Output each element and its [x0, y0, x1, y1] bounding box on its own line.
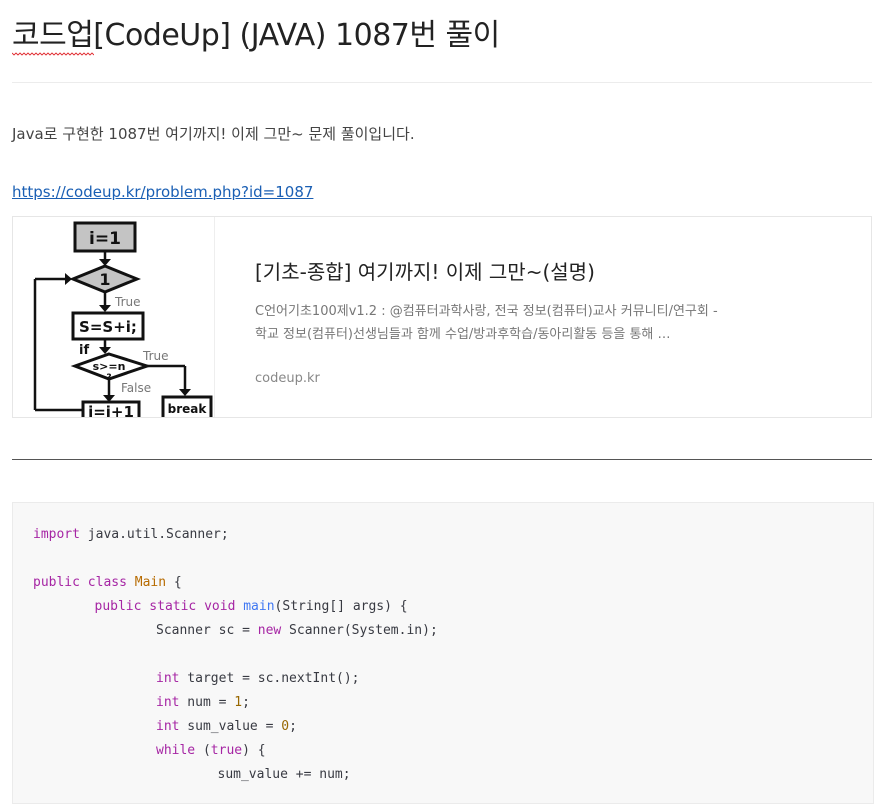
code-token: public — [33, 575, 80, 590]
link-preview-card[interactable]: i=1 1 True S=S+i; if s>=n ? True False i… — [12, 216, 872, 418]
code-token: sum_value = — [179, 719, 282, 734]
code-token: public — [94, 599, 142, 614]
card-domain: codeup.kr — [255, 371, 320, 386]
code-token: void — [204, 599, 236, 614]
code-token: Main — [134, 575, 167, 590]
problem-link[interactable]: https://codeup.kr/problem.php?id=1087 — [12, 180, 313, 204]
code-token: main — [243, 599, 275, 614]
flowchart-sum-text: S=S+i; — [79, 318, 137, 336]
code-token: int — [156, 719, 180, 734]
flowchart-compare-text: s>=n — [93, 360, 126, 373]
section-divider — [12, 459, 872, 460]
flowchart-break-text: break — [168, 402, 208, 416]
spellcheck-underline — [12, 52, 94, 56]
code-token: { — [166, 575, 182, 590]
code-token: int — [156, 695, 180, 710]
code-token: ; — [289, 719, 297, 734]
code-line: int sum_value = 0; — [156, 715, 297, 739]
code-line: int num = 1; — [156, 691, 250, 715]
code-token: while — [156, 743, 196, 758]
code-token: ; — [242, 695, 250, 710]
flowchart-true-label: True — [114, 295, 141, 309]
code-token: Scanner sc = — [156, 623, 258, 638]
code-token: class — [87, 575, 127, 590]
flowchart-true-label-2: True — [142, 349, 169, 363]
code-token: static — [149, 599, 197, 614]
code-token: ( — [195, 743, 211, 758]
code-token: Scanner(System.in); — [281, 623, 438, 638]
card-thumbnail: i=1 1 True S=S+i; if s>=n ? True False i… — [13, 217, 215, 417]
card-title[interactable]: [기초-종합] 여기까지! 이제 그만~(설명) — [255, 257, 595, 287]
code-token: import — [33, 527, 80, 542]
flowchart-condition-text: 1 — [99, 270, 110, 289]
post-title: 코드업[CodeUp] (JAVA) 1087번 풀이 — [12, 14, 872, 58]
code-token: java.util.Scanner; — [79, 527, 229, 542]
card-description: C언어기초100제v1.2 : @컴퓨터과학사랑, 전국 정보(컴퓨터)교사 커… — [255, 304, 718, 342]
code-token: (String[] args) { — [274, 599, 408, 614]
blog-post: 코드업[CodeUp] (JAVA) 1087번 풀이 Java로 구현한 10… — [0, 0, 887, 804]
flowchart-false-label: False — [121, 381, 151, 395]
intro-text: Java로 구현한 1087번 여기까지! 이제 그만~ 문제 풀이입니다. — [12, 125, 415, 143]
code-line: public static void main(String[] args) { — [95, 595, 408, 619]
code-token: ) { — [242, 743, 266, 758]
code-token: target = sc.nextInt(); — [179, 671, 360, 686]
code-line: import java.util.Scanner; — [33, 523, 229, 547]
flowchart-init-text: i=1 — [89, 229, 121, 249]
flowchart-increment-text: i=i+1 — [88, 403, 134, 417]
code-line: Scanner sc = new Scanner(System.in); — [156, 619, 438, 643]
flowchart-if-label: if — [79, 343, 89, 358]
code-token: 0 — [281, 719, 290, 734]
code-token: sum_value += num; — [217, 767, 351, 782]
code-token: num = — [179, 695, 235, 710]
code-block: import java.util.Scanner; public class Ma… — [12, 502, 874, 804]
code-token: true — [210, 743, 243, 758]
post-title-text: 코드업[CodeUp] (JAVA) 1087번 풀이 — [12, 18, 500, 53]
code-line: int target = sc.nextInt(); — [156, 667, 360, 691]
code-token: 1 — [234, 695, 243, 710]
code-line: sum_value += num; — [218, 763, 351, 787]
flowchart-thumbnail: i=1 1 True S=S+i; if s>=n ? True False i… — [33, 221, 213, 417]
code-line: public class Main { — [33, 571, 182, 595]
code-token: int — [156, 671, 180, 686]
title-divider — [12, 82, 872, 83]
code-token: new — [257, 623, 282, 638]
code-line: while (true) { — [156, 739, 266, 763]
